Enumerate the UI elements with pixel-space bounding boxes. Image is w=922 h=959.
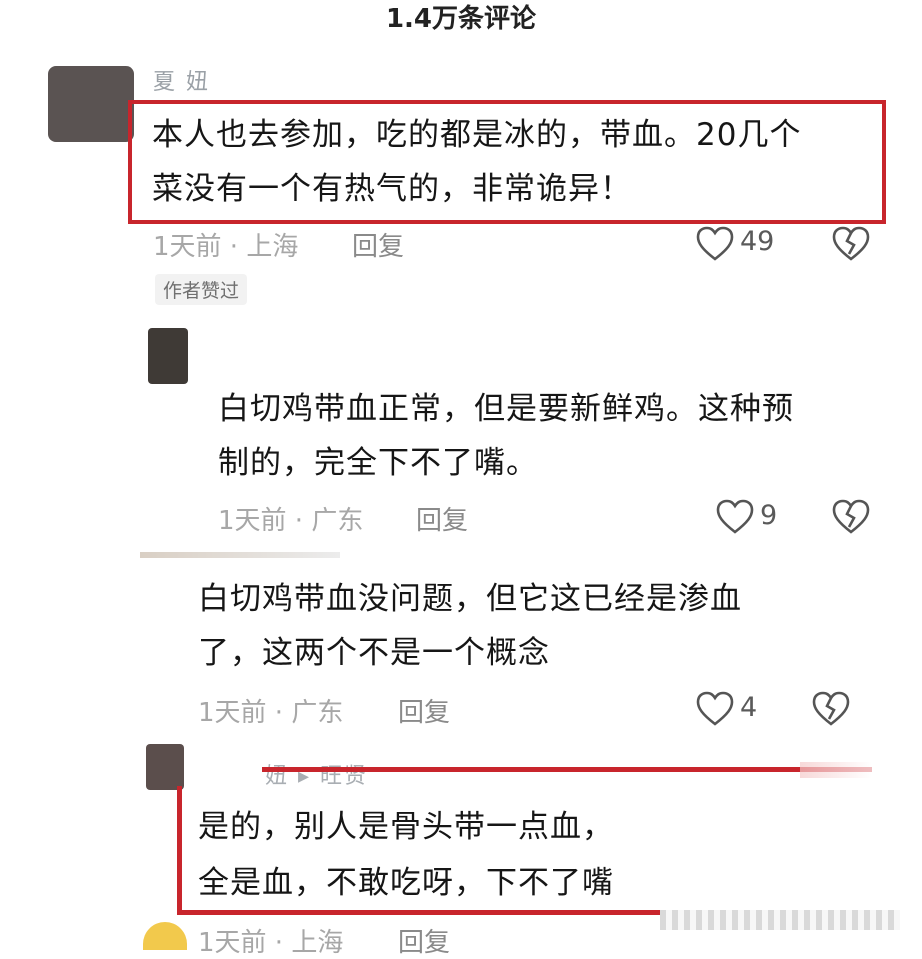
- like-count: 49: [740, 226, 775, 257]
- heart-outline-icon[interactable]: [696, 226, 734, 262]
- heart-outline-icon[interactable]: [696, 691, 734, 727]
- reply-button[interactable]: 回复: [398, 692, 450, 729]
- comments-count-title: 1.4万条评论: [385, 4, 537, 34]
- broken-heart-icon[interactable]: [832, 499, 870, 535]
- blurred-artifact: [660, 910, 900, 930]
- author-liked-badge: 作者赞过: [155, 274, 248, 305]
- avatar[interactable]: [146, 744, 184, 790]
- reply-button[interactable]: 回复: [398, 922, 450, 959]
- avatar[interactable]: [48, 66, 134, 142]
- comment-text: 了，这两个不是一个概念: [198, 635, 550, 671]
- broken-heart-icon[interactable]: [812, 691, 850, 727]
- reply-button[interactable]: 回复: [416, 500, 468, 537]
- highlight-bottom-line: [177, 910, 687, 915]
- like-count: 9: [760, 500, 778, 531]
- comment-text: 全是血，不敢吃呀，下不了嘴: [198, 865, 614, 901]
- comment-meta: 1天前 · 广东: [218, 506, 364, 536]
- comment-text: 制的，完全下不了嘴。: [218, 445, 538, 481]
- comment-username[interactable]: 夏 妞: [153, 64, 210, 96]
- comment-text: 菜没有一个有热气的，非常诡异！: [152, 171, 632, 207]
- comment-text: 本人也去参加，吃的都是冰的，带血。20几个: [152, 117, 802, 153]
- comment-text: 是的，别人是骨头带一点血，: [198, 809, 614, 845]
- heart-outline-icon[interactable]: [716, 499, 754, 535]
- avatar[interactable]: [148, 328, 188, 384]
- comment-meta: 1天前 · 上海: [153, 232, 299, 262]
- highlight-smear: [800, 762, 872, 778]
- comment-text: 白切鸡带血没问题，但它这已经是渗血: [198, 581, 742, 617]
- broken-heart-icon[interactable]: [832, 226, 870, 262]
- reply-button[interactable]: 回复: [352, 226, 404, 263]
- highlight-left-line: [177, 786, 182, 914]
- cropped-row-edge: [140, 552, 340, 558]
- comment-text: 白切鸡带血正常，但是要新鲜鸡。这种预: [218, 391, 794, 427]
- comment-meta: 1天前 · 广东: [198, 698, 344, 728]
- comment-meta: 1天前 · 上海: [198, 928, 344, 958]
- like-count: 4: [740, 692, 758, 723]
- highlight-top-line: [262, 767, 872, 772]
- avatar[interactable]: [143, 922, 187, 950]
- comment-username[interactable]: 妞 ▸ 旺贤: [265, 758, 368, 790]
